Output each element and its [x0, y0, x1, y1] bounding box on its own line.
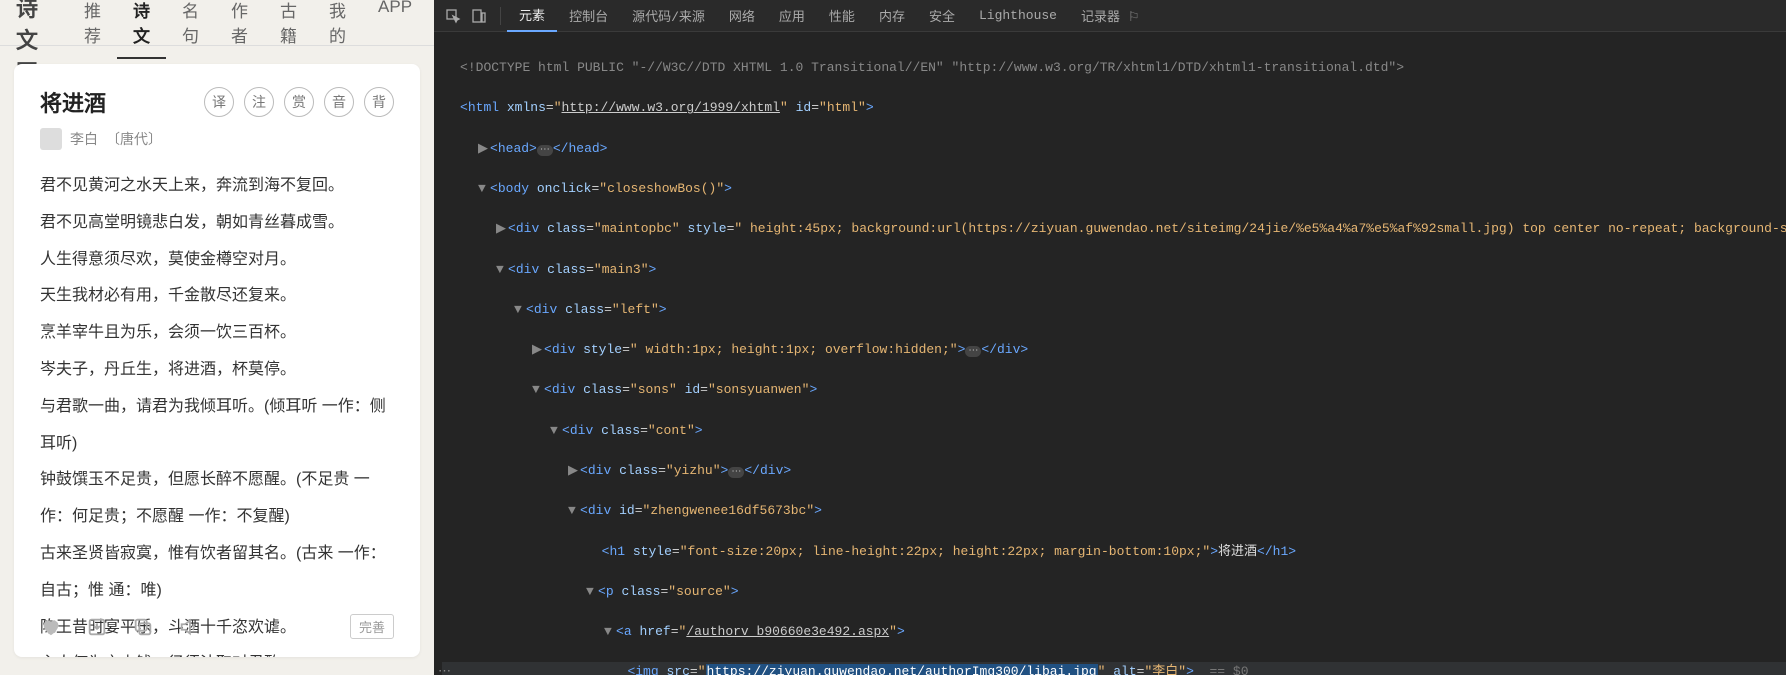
speaker-icon[interactable]	[178, 616, 200, 638]
tab-recorder[interactable]: 记录器 ⚐	[1069, 0, 1151, 31]
tab-elements[interactable]: 元素	[507, 0, 557, 32]
poem-line: 岑夫子，丹丘生，将进酒，杯莫停。	[40, 352, 394, 389]
tab-network[interactable]: 网络	[717, 0, 767, 31]
btn-appreciate[interactable]: 赏	[284, 87, 314, 117]
circle-buttons: 译 注 赏 音 背	[204, 87, 394, 117]
poem-body: 君不见黄河之水天上来，奔流到海不复回。 君不见高堂明镜悲白发，朝如青丝暮成雪。 …	[40, 168, 394, 657]
nav-mine[interactable]: 我的	[313, 0, 362, 59]
nav-books[interactable]: 古籍	[264, 0, 313, 59]
card-footer: 完善	[40, 614, 394, 639]
top-nav: 古诗文网 推荐 诗文 名句 作者 古籍 我的 APP	[0, 0, 434, 46]
poem-line: 烹羊宰牛且为乐，会须一饮三百杯。	[40, 315, 394, 352]
improve-button[interactable]: 完善	[350, 614, 394, 639]
tab-memory[interactable]: 内存	[867, 0, 917, 31]
nav-quotes[interactable]: 名句	[166, 0, 215, 59]
heart-icon[interactable]	[40, 616, 62, 638]
btn-annotate[interactable]: 注	[244, 87, 274, 117]
copy-icon[interactable]	[132, 616, 154, 638]
btn-translate[interactable]: 译	[204, 87, 234, 117]
author-row: 李白 〔唐代〕	[40, 128, 394, 150]
doctype: <!DOCTYPE html PUBLIC "-//W3C//DTD XHTML…	[442, 58, 1786, 78]
poem-line: 君不见高堂明镜悲白发，朝如青丝暮成雪。	[40, 205, 394, 242]
poem-line: 天生我材必有用，千金散尽还复来。	[40, 278, 394, 315]
download-icon[interactable]	[86, 616, 108, 638]
nav-items: 推荐 诗文 名句 作者 古籍 我的 APP	[68, 0, 428, 59]
inspect-icon[interactable]	[442, 5, 464, 27]
tab-lighthouse[interactable]: Lighthouse	[967, 2, 1069, 29]
tab-sources[interactable]: 源代码/来源	[620, 0, 717, 31]
poem-card: 将进酒 译 注 赏 音 背 李白 〔唐代〕 君不见黄河之水天上来，奔流到海不复回…	[14, 64, 420, 657]
poem-line: 古来圣贤皆寂寞，惟有饮者留其名。(古来 一作：自古；惟 通：唯)	[40, 536, 394, 610]
author-name[interactable]: 李白	[70, 129, 98, 149]
devtools-pane: 元素 控制台 源代码/来源 网络 应用 性能 内存 安全 Lighthouse …	[434, 0, 1786, 675]
poem-line: 与君歌一曲，请君为我倾耳听。(倾耳听 一作：侧耳听)	[40, 389, 394, 463]
poem-title: 将进酒	[40, 86, 106, 118]
tab-performance[interactable]: 性能	[817, 0, 867, 31]
selected-node[interactable]: ⋯ <img src="https://ziyuan.guwendao.net/…	[442, 662, 1786, 675]
poem-line: 人生得意须尽欢，莫使金樽空对月。	[40, 242, 394, 279]
btn-audio[interactable]: 音	[324, 87, 354, 117]
website-pane: 古诗文网 推荐 诗文 名句 作者 古籍 我的 APP 将进酒 译 注 赏 音 背…	[0, 0, 434, 675]
devtools-tabs: 元素 控制台 源代码/来源 网络 应用 性能 内存 安全 Lighthouse …	[434, 0, 1786, 32]
nav-recommend[interactable]: 推荐	[68, 0, 117, 59]
author-avatar[interactable]	[40, 128, 62, 150]
nav-poems[interactable]: 诗文	[117, 0, 166, 59]
dynasty[interactable]: 〔唐代〕	[106, 129, 162, 149]
btn-recite[interactable]: 背	[364, 87, 394, 117]
device-icon[interactable]	[468, 5, 490, 27]
ellipsis-icon[interactable]: ⋯	[438, 662, 451, 675]
tab-security[interactable]: 安全	[917, 0, 967, 31]
tab-console[interactable]: 控制台	[557, 0, 620, 31]
tab-application[interactable]: 应用	[767, 0, 817, 31]
poem-line: 主人何为言少钱，径须沽取对君酌。	[40, 646, 394, 657]
elements-tree[interactable]: <!DOCTYPE html PUBLIC "-//W3C//DTD XHTML…	[434, 32, 1786, 675]
poem-line: 钟鼓馔玉不足贵，但愿长醉不愿醒。(不足贵 一作：何足贵；不愿醒 一作：不复醒)	[40, 462, 394, 536]
poem-line: 君不见黄河之水天上来，奔流到海不复回。	[40, 168, 394, 205]
nav-authors[interactable]: 作者	[215, 0, 264, 59]
nav-app[interactable]: APP	[362, 0, 428, 59]
